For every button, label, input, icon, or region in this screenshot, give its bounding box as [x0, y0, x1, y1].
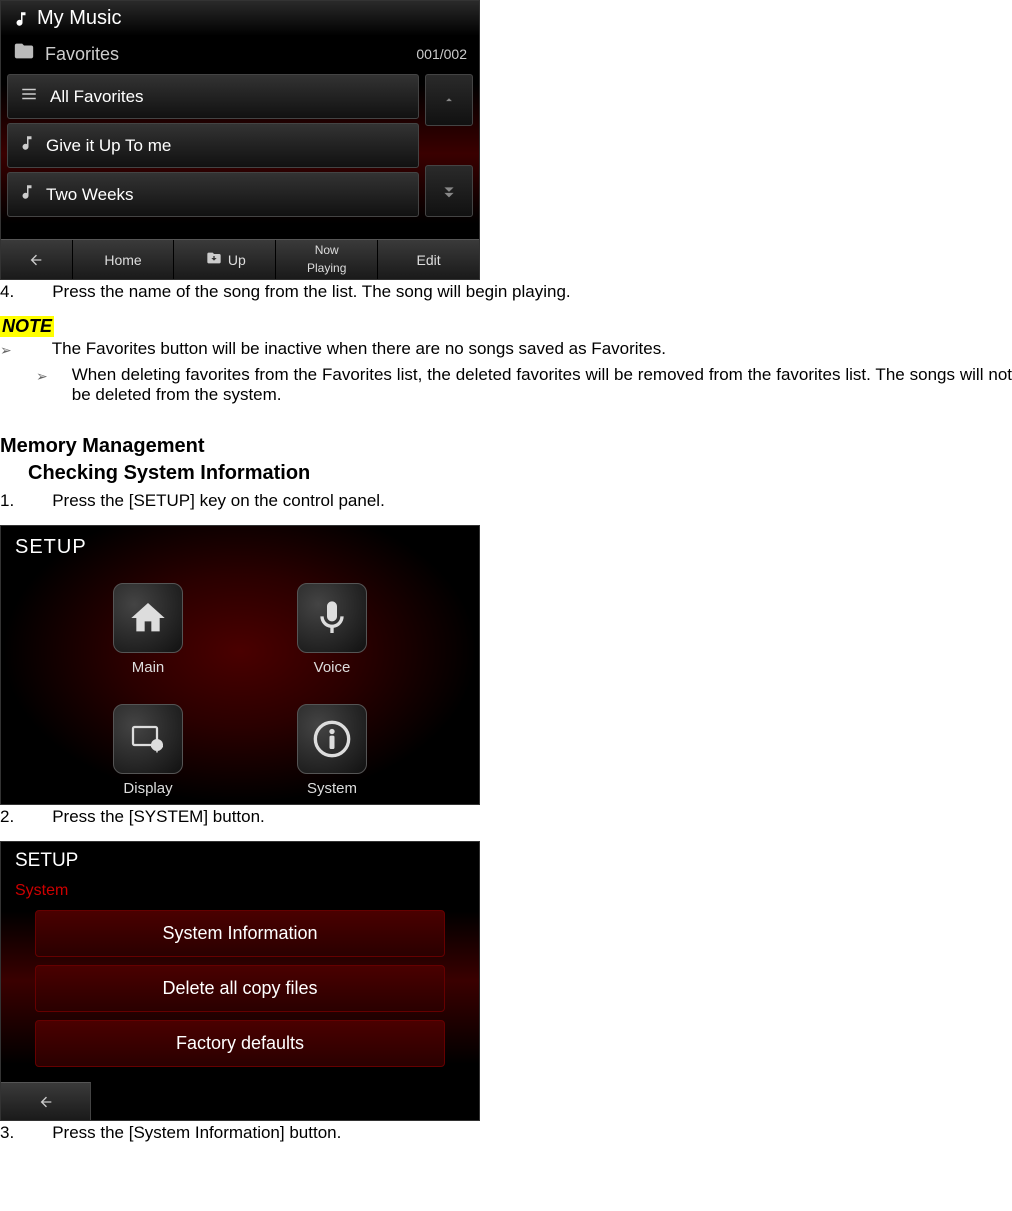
folder-up-icon	[204, 250, 224, 269]
step-text: Press the [SETUP] key on the control pan…	[52, 491, 385, 511]
list-item-song-2[interactable]: Two Weeks	[7, 172, 419, 217]
note-label: NOTE	[0, 316, 54, 337]
setup-grid: Main Voice Display System	[1, 569, 479, 805]
edit-button-label: Edit	[416, 252, 440, 268]
step-3: 3. Press the [System Information] button…	[0, 1121, 1012, 1145]
note-block: NOTE ➢ The Favorites button will be inac…	[0, 316, 1012, 407]
step-text: Press the [SYSTEM] button.	[52, 807, 265, 827]
tile-label: System	[307, 780, 357, 797]
now-playing-button[interactable]: Now Playing	[276, 240, 378, 279]
home-button[interactable]: Home	[73, 240, 175, 279]
now-label-2: Playing	[307, 262, 346, 275]
note-bullet-2: ➢ When deleting favorites from the Favor…	[0, 363, 1012, 407]
back-button[interactable]	[1, 1082, 91, 1120]
screenshot-system-menu: SETUP System System Information Delete a…	[0, 841, 480, 1121]
list-items: All Favorites Give it Up To me Two Weeks	[7, 74, 419, 217]
section-heading: Memory Management	[0, 431, 1012, 462]
step-number: 3.	[0, 1123, 14, 1143]
screen-title: My Music	[37, 7, 121, 30]
tile-label: Main	[132, 659, 165, 676]
list-item-all-favorites[interactable]: All Favorites	[7, 74, 419, 119]
list-item-label: Two Weeks	[46, 185, 134, 205]
bullet-text: The Favorites button will be inactive wh…	[52, 339, 1012, 359]
list-item-label: All Favorites	[50, 87, 144, 107]
step-number: 1.	[0, 491, 14, 511]
scroll-up-button[interactable]	[425, 74, 473, 126]
info-icon	[297, 704, 367, 774]
scroll-down-button[interactable]	[425, 165, 473, 217]
step-number: 4.	[0, 282, 14, 302]
step-text: Press the [System Information] button.	[52, 1123, 341, 1143]
setup-tile-main[interactable]: Main	[81, 583, 215, 676]
page-counter: 001/002	[416, 46, 467, 62]
home-icon	[113, 583, 183, 653]
voice-icon	[297, 583, 367, 653]
screenshot-my-music: My Music Favorites 001/002 All Favorites…	[0, 0, 480, 280]
up-button-label: Up	[228, 252, 246, 268]
step-1: 1. Press the [SETUP] key on the control …	[0, 489, 1012, 513]
list-item-label: Give it Up To me	[46, 136, 171, 156]
folder-icon	[11, 40, 37, 68]
bullet-arrow-icon: ➢	[0, 339, 12, 361]
menu-buttons: System Information Delete all copy files…	[1, 910, 479, 1067]
delete-copy-files-button[interactable]: Delete all copy files	[35, 965, 445, 1012]
home-button-label: Home	[104, 252, 141, 268]
screenshot-setup-grid: SETUP Main Voice Display System	[0, 525, 480, 805]
bullet-arrow-icon: ➢	[36, 365, 48, 387]
now-label-1: Now	[315, 244, 339, 257]
system-information-button[interactable]: System Information	[35, 910, 445, 957]
back-button[interactable]	[1, 240, 73, 279]
list-item-song-1[interactable]: Give it Up To me	[7, 123, 419, 168]
system-subtitle: System	[1, 880, 479, 910]
setup-tile-display[interactable]: Display	[81, 704, 215, 797]
setup-tile-system[interactable]: System	[265, 704, 399, 797]
bottom-bar: Home Up Now Playing Edit	[1, 239, 479, 279]
tile-label: Display	[123, 780, 172, 797]
setup-title: SETUP	[1, 842, 479, 880]
list-icon	[18, 85, 40, 108]
setup-title: SETUP	[1, 526, 479, 569]
song-icon	[18, 134, 36, 157]
scroll-buttons	[425, 74, 473, 217]
screen-header: My Music	[1, 1, 479, 36]
subheader-label: Favorites	[45, 44, 119, 65]
display-icon	[113, 704, 183, 774]
bullet-text: When deleting favorites from the Favorit…	[72, 365, 1012, 405]
tile-label: Voice	[314, 659, 351, 676]
step-2: 2. Press the [SYSTEM] button.	[0, 805, 1012, 829]
song-icon	[18, 183, 36, 206]
note-bullet-1: ➢ The Favorites button will be inactive …	[0, 337, 1012, 363]
step-text: Press the name of the song from the list…	[52, 282, 570, 302]
step-number: 2.	[0, 807, 14, 827]
edit-button[interactable]: Edit	[378, 240, 479, 279]
list-area: All Favorites Give it Up To me Two Weeks	[1, 72, 479, 219]
subsection-heading: Checking System Information	[0, 462, 1012, 489]
up-button[interactable]: Up	[174, 240, 276, 279]
step-4: 4. Press the name of the song from the l…	[0, 280, 1012, 304]
factory-defaults-button[interactable]: Factory defaults	[35, 1020, 445, 1067]
setup-tile-voice[interactable]: Voice	[265, 583, 399, 676]
music-icon	[11, 9, 31, 29]
screen-subheader: Favorites 001/002	[1, 36, 479, 72]
